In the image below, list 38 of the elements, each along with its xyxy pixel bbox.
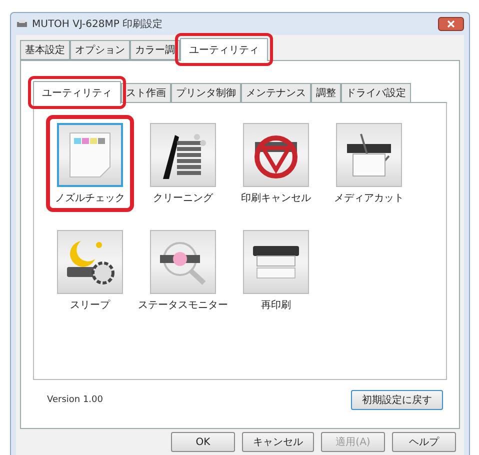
dialog-button[interactable]: キャンセル [242,432,314,452]
utility-item[interactable]: クリーニング [143,119,223,208]
dialog-button[interactable]: OK [171,432,235,452]
utility-tile[interactable] [150,230,216,294]
subtab[interactable]: 調整 [311,83,341,103]
utility-label: クリーニング [153,192,213,205]
printer-icon [16,19,28,29]
utility-tile[interactable] [243,123,309,187]
subtab[interactable]: プリンタ制御 [171,83,241,103]
subtab[interactable]: ドライバ設定 [341,83,411,103]
utility-label: 再印刷 [261,298,291,312]
utility-label: ノズルチェック [55,192,125,205]
window-title: MUTOH VJ-628MP 印刷設定 [32,18,164,31]
tab[interactable]: カラー調 [130,40,180,60]
close-icon [447,20,455,28]
utility-label: ステータスモニター [138,299,228,312]
utility-label: メディアカット [334,192,404,205]
nozzle-check-sheet-icon [68,131,112,179]
tab[interactable]: オプション [70,40,130,60]
version-text: Version 1.00 [47,395,103,405]
utility-item[interactable]: 印刷キャンセル [236,119,316,208]
utility-tile[interactable] [57,123,123,187]
reset-defaults-button[interactable]: 初期設定に戻す [351,390,443,410]
subtab[interactable]: メンテナンス [241,83,311,103]
close-button[interactable] [438,17,464,31]
subtab[interactable]: スト作画 [121,83,171,103]
utility-item[interactable]: 再印刷 [236,226,316,315]
utility-label: スリープ [70,298,110,312]
utility-item[interactable]: メディアカット [329,119,409,208]
dialog-button[interactable]: ヘルプ [392,432,456,452]
utility-tile[interactable] [243,230,309,294]
utility-tile[interactable] [57,230,123,294]
utility-item[interactable]: スリープ [50,226,130,315]
utility-tile[interactable] [336,123,402,187]
utility-item[interactable]: ノズルチェック [50,119,130,208]
utility-tile[interactable] [150,123,216,187]
tab[interactable]: 基本設定 [20,40,70,60]
utility-label: 印刷キャンセル [241,192,311,205]
